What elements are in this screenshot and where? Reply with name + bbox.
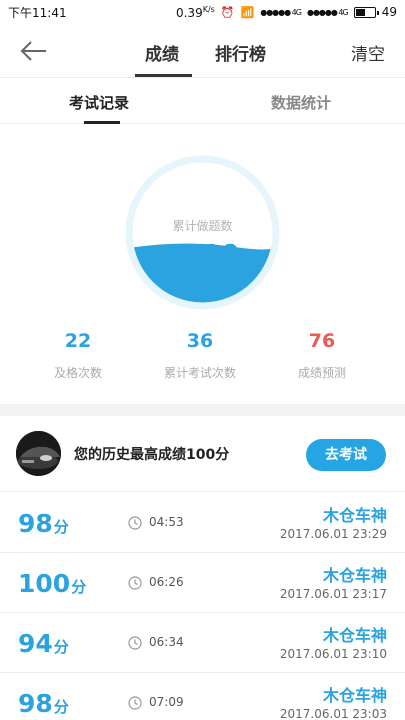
stat-exam-count: 36 累计考试次数 [145,330,255,381]
battery-icon [353,6,379,18]
subtab-records[interactable]: 考试记录 [69,92,129,113]
record-date: 2017.06.01 23:10 [279,647,387,661]
exam-record-row[interactable]: 94分 06:34 木仓车神 2017.06.01 23:10 [0,613,405,673]
record-title: 木仓车神 [322,686,387,705]
signal-1-icon: ●●●●● 4G [260,7,302,17]
back-button[interactable] [16,36,52,66]
record-date: 2017.06.01 23:29 [279,527,387,541]
record-score: 98分 [18,509,69,538]
exam-record-row[interactable]: 100分 06:26 木仓车神 2017.06.01 23:17 [0,553,405,613]
sub-tabs: 考试记录 数据统计 [0,78,405,124]
stat-pass-count: 22 及格次数 [23,330,133,381]
record-score: 98分 [18,689,69,718]
record-date: 2017.06.01 23:03 [279,707,387,720]
car-avatar-image [16,431,61,476]
tab-scores[interactable]: 成绩 [145,40,179,65]
progress-wave-circle: 累计做题数 1919 [121,151,284,314]
status-bar: 下午11:41 0.39K/s ⏰ 📶 ●●●●● 4G ●●●●● 4G 49 [0,0,405,24]
stat-score-prediction: 76 成绩预测 [267,330,377,381]
exam-record-row[interactable]: 98分 07:09 木仓车神 2017.06.01 23:03 [0,673,405,720]
record-score: 94分 [18,629,69,658]
stat-label: 及格次数 [53,366,102,380]
clock-icon [128,576,142,590]
subtab-statistics[interactable]: 数据统计 [271,92,331,113]
avatar [16,431,61,476]
record-title: 木仓车神 [322,506,387,525]
status-time: 下午11:41 [8,5,67,20]
tab-scores-indicator [135,74,192,77]
best-score-text: 您的历史最高成绩100分 [74,447,230,463]
record-duration: 07:09 [149,695,184,709]
battery-level: 49 [381,5,397,19]
wifi-icon: 📶 [240,5,255,19]
record-date: 2017.06.01 23:17 [279,587,387,601]
record-title: 木仓车神 [322,566,387,585]
clock-icon [128,636,142,650]
summary-card: 累计做题数 1919 22 及格次数 36 累计考试次数 76 成绩预测 [0,124,405,404]
best-score-row: 您的历史最高成绩100分 去考试 [0,416,405,492]
tab-ranking[interactable]: 排行榜 [215,40,266,65]
signal-2-icon: ●●●●● 4G [306,7,349,17]
nav-bar: 成绩 排行榜 清空 [0,24,405,78]
network-speed: 0.39K/s [175,4,215,20]
exam-record-row[interactable]: 98分 04:53 木仓车神 2017.06.01 23:29 [0,493,405,553]
clock-icon [128,696,142,710]
stat-value: 76 [308,330,336,352]
record-score: 100分 [18,569,87,598]
start-exam-button[interactable]: 去考试 [306,439,386,471]
record-duration: 06:34 [149,635,184,649]
total-questions-label: 累计做题数 [172,219,233,233]
record-duration: 04:53 [149,515,184,529]
clock-icon [128,516,142,530]
total-questions-value: 1919 [164,240,241,270]
back-arrow-icon [20,41,46,61]
stat-value: 36 [186,330,214,352]
stat-value: 22 [64,330,92,352]
stat-label: 成绩预测 [297,366,346,380]
section-divider [0,404,405,416]
alarm-icon: ⏰ [220,5,235,19]
clear-button[interactable]: 清空 [351,40,385,65]
stat-label: 累计考试次数 [163,366,236,380]
record-title: 木仓车神 [322,626,387,645]
record-duration: 06:26 [149,575,184,589]
status-icons: 0.39K/s ⏰ 📶 ●●●●● 4G ●●●●● 4G 49 [176,5,397,20]
